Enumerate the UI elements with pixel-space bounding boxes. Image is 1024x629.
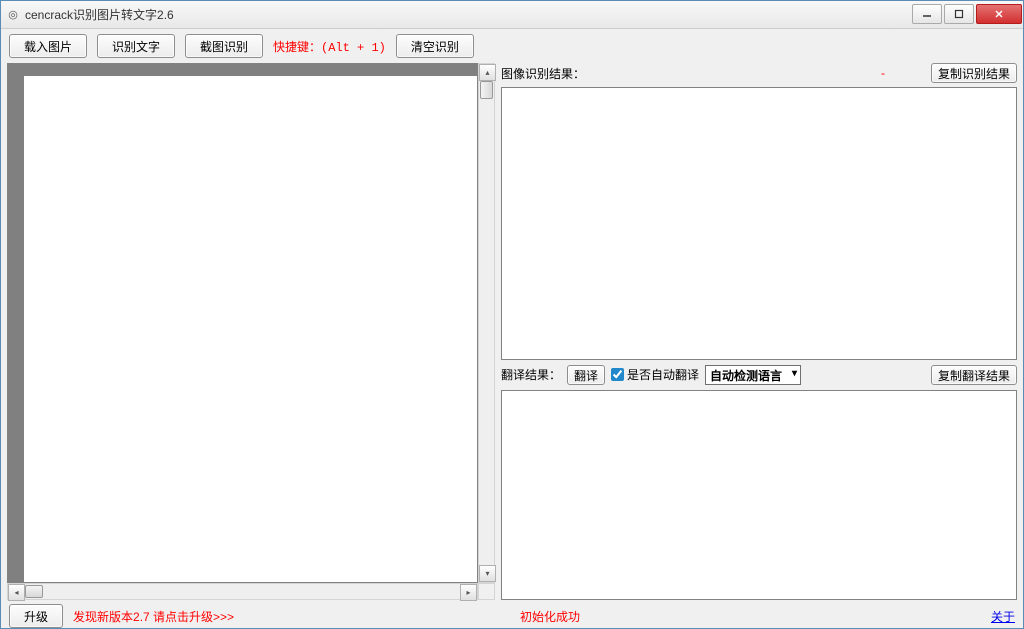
app-icon: ◎ bbox=[5, 7, 21, 23]
main-window: ◎ cencrack识别图片转文字2.6 载入图片 识别文字 截图识别 快捷键：… bbox=[0, 0, 1024, 629]
titlebar[interactable]: ◎ cencrack识别图片转文字2.6 bbox=[1, 1, 1023, 29]
auto-translate-checkbox-container[interactable]: 是否自动翻译 bbox=[611, 366, 699, 383]
right-panel: 图像识别结果： - 复制识别结果 翻译结果： 翻译 是否自动翻译 自动检测语言 bbox=[497, 63, 1017, 600]
window-title: cencrack识别图片转文字2.6 bbox=[25, 6, 911, 23]
scroll-corner bbox=[478, 583, 495, 600]
upgrade-button[interactable]: 升级 bbox=[9, 604, 63, 628]
left-panel: ▴ ▾ ◂ ▸ bbox=[7, 63, 495, 600]
statusbar: 升级 发现新版本2.7 请点击升级>>> 初始化成功 关于 bbox=[1, 604, 1023, 628]
translate-button[interactable]: 翻译 bbox=[567, 365, 605, 385]
image-vertical-scrollbar[interactable]: ▴ ▾ bbox=[478, 63, 495, 583]
status-dash: - bbox=[881, 66, 885, 80]
scroll-down-icon[interactable]: ▾ bbox=[479, 565, 496, 582]
auto-translate-label: 是否自动翻译 bbox=[627, 366, 699, 383]
new-version-notice: 发现新版本2.7 请点击升级>>> bbox=[73, 608, 234, 625]
image-display-area[interactable] bbox=[7, 63, 478, 583]
recognize-text-button[interactable]: 识别文字 bbox=[97, 34, 175, 58]
content-area: ▴ ▾ ◂ ▸ 图像识别结果： - 复制识别结果 bbox=[1, 63, 1023, 604]
shortcut-label: 快捷键：(Alt + 1) bbox=[273, 38, 386, 55]
scroll-thumb[interactable] bbox=[480, 81, 493, 99]
copy-translation-button[interactable]: 复制翻译结果 bbox=[931, 365, 1017, 385]
recognition-header: 图像识别结果： - 复制识别结果 bbox=[501, 63, 1017, 83]
maximize-icon bbox=[954, 9, 964, 19]
maximize-button[interactable] bbox=[944, 4, 974, 24]
auto-translate-checkbox[interactable] bbox=[611, 368, 624, 381]
language-dropdown[interactable]: 自动检测语言 bbox=[705, 365, 801, 385]
translation-result-label: 翻译结果： bbox=[501, 366, 561, 383]
language-dropdown-value: 自动检测语言 bbox=[710, 369, 782, 383]
translation-result-textbox[interactable] bbox=[501, 390, 1017, 600]
scroll-thumb[interactable] bbox=[25, 585, 43, 598]
close-icon bbox=[994, 9, 1004, 19]
copy-recognition-button[interactable]: 复制识别结果 bbox=[931, 63, 1017, 83]
toolbar: 载入图片 识别文字 截图识别 快捷键：(Alt + 1) 清空识别 bbox=[1, 29, 1023, 63]
scroll-right-icon[interactable]: ▸ bbox=[460, 584, 477, 601]
window-controls bbox=[911, 4, 1023, 26]
scroll-left-icon[interactable]: ◂ bbox=[8, 584, 25, 601]
recognition-result-label: 图像识别结果： bbox=[501, 65, 585, 82]
clear-recognize-button[interactable]: 清空识别 bbox=[396, 34, 474, 58]
scroll-up-icon[interactable]: ▴ bbox=[479, 64, 496, 81]
recognition-result-textbox[interactable] bbox=[501, 87, 1017, 360]
about-link[interactable]: 关于 bbox=[991, 608, 1015, 625]
minimize-button[interactable] bbox=[912, 4, 942, 24]
load-image-button[interactable]: 载入图片 bbox=[9, 34, 87, 58]
init-status: 初始化成功 bbox=[520, 608, 580, 625]
image-canvas bbox=[24, 76, 477, 582]
translation-header: 翻译结果： 翻译 是否自动翻译 自动检测语言 复制翻译结果 bbox=[501, 364, 1017, 386]
close-button[interactable] bbox=[976, 4, 1022, 24]
screenshot-recognize-button[interactable]: 截图识别 bbox=[185, 34, 263, 58]
minimize-icon bbox=[922, 9, 932, 19]
image-horizontal-scrollbar[interactable]: ◂ ▸ bbox=[7, 583, 478, 600]
